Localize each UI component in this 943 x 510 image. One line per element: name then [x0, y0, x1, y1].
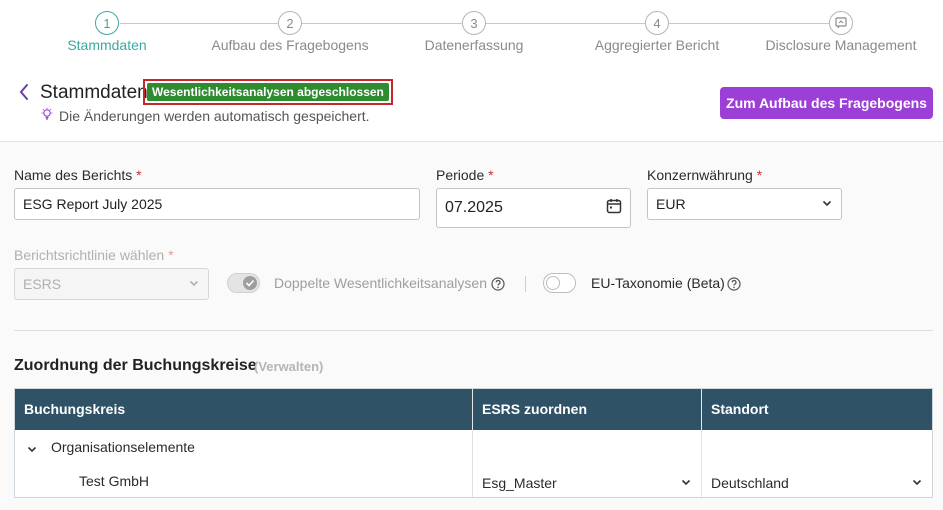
section-title: Zuordnung der Buchungskreise: [14, 357, 257, 374]
next-step-button[interactable]: Zum Aufbau des Fragebogens: [720, 87, 933, 119]
step-label: Datenerfassung: [424, 37, 524, 53]
chevron-down-icon: [188, 276, 200, 292]
guideline-value: ESRS: [23, 276, 62, 292]
manage-link[interactable]: (Verwalten): [254, 359, 323, 374]
report-icon: [829, 11, 853, 35]
step-stammdaten[interactable]: 1 Stammdaten: [22, 11, 192, 53]
lightbulb-icon: [40, 107, 54, 124]
step-disclosure-management[interactable]: Disclosure Management: [756, 11, 926, 53]
column-header[interactable]: Buchungskreis: [15, 389, 472, 430]
step-label: Aggregierter Bericht: [594, 37, 720, 53]
chevron-down-icon: [821, 196, 833, 212]
step-aufbau[interactable]: 2 Aufbau des Fragebogens: [205, 11, 375, 53]
step-datenerfassung[interactable]: 3 Datenerfassung: [389, 11, 559, 53]
guideline-select: ESRS: [14, 268, 209, 300]
esrs-select[interactable]: Esg_Master: [482, 475, 692, 491]
autosave-text: Die Änderungen werden automatisch gespei…: [59, 107, 370, 124]
column-header[interactable]: ESRS zuordnen: [472, 389, 701, 430]
company-codes-table: Buchungskreis ESRS zuordnen Standort Org…: [14, 388, 933, 498]
group-row-label: Organisationselemente: [51, 439, 195, 455]
section-divider: [14, 330, 933, 331]
divider: [525, 276, 526, 292]
column-divider: [701, 430, 702, 497]
master-data-form: Name des Berichts * Periode * 07.2025 Ko…: [0, 142, 943, 510]
page-header: Stammdaten Wesentlichkeitsanalysen abges…: [0, 62, 943, 142]
back-chevron-icon[interactable]: [18, 82, 34, 104]
chevron-down-icon[interactable]: [26, 442, 38, 454]
step-label: Aufbau des Fragebogens: [211, 37, 369, 53]
report-name-label: Name des Berichts *: [14, 167, 142, 183]
guideline-label: Berichtsrichtlinie wählen *: [14, 247, 174, 263]
esrs-value: Esg_Master: [482, 475, 557, 491]
step-number: 2: [278, 11, 302, 35]
chevron-down-icon: [911, 475, 923, 491]
progress-stepper: 1 Stammdaten 2 Aufbau des Fragebogens 3 …: [0, 0, 943, 62]
step-label: Stammdaten: [67, 37, 147, 53]
toggle-knob: [243, 276, 257, 290]
report-name-input[interactable]: [14, 188, 420, 220]
help-icon[interactable]: [727, 277, 741, 291]
location-select[interactable]: Deutschland: [711, 475, 923, 491]
period-datepicker[interactable]: 07.2025: [436, 188, 631, 228]
eu-taxonomy-toggle[interactable]: [543, 273, 576, 293]
status-badge: Wesentlichkeitsanalysen abgeschlossen: [147, 83, 389, 101]
eu-taxonomy-label: EU-Taxonomie (Beta): [591, 275, 725, 291]
double-materiality-label: Doppelte Wesentlichkeitsanalysen: [274, 275, 487, 291]
page-title: Stammdaten: [40, 82, 148, 103]
status-badge-highlight: Wesentlichkeitsanalysen abgeschlossen: [143, 79, 393, 105]
calendar-icon[interactable]: [606, 198, 622, 219]
period-value: 07.2025: [445, 199, 503, 216]
currency-label: Konzernwährung *: [647, 167, 763, 183]
column-divider: [472, 430, 473, 497]
currency-select[interactable]: EUR: [647, 188, 842, 220]
help-icon[interactable]: [491, 277, 505, 291]
column-header[interactable]: Standort: [701, 389, 932, 430]
currency-value: EUR: [656, 196, 686, 212]
step-label: Disclosure Management: [765, 37, 917, 53]
location-value: Deutschland: [711, 475, 789, 491]
chevron-down-icon: [680, 475, 692, 491]
step-number: 3: [462, 11, 486, 35]
double-materiality-toggle: [227, 273, 260, 293]
autosave-notice: Die Änderungen werden automatisch gespei…: [40, 107, 370, 124]
step-number: 4: [645, 11, 669, 35]
toggle-knob: [546, 276, 560, 290]
company-name: Test GmbH: [79, 473, 150, 489]
period-label: Periode *: [436, 167, 494, 183]
step-number: 1: [95, 11, 119, 35]
step-aggregierter-bericht[interactable]: 4 Aggregierter Bericht: [572, 11, 742, 53]
table-header: Buchungskreis ESRS zuordnen Standort: [15, 389, 932, 430]
